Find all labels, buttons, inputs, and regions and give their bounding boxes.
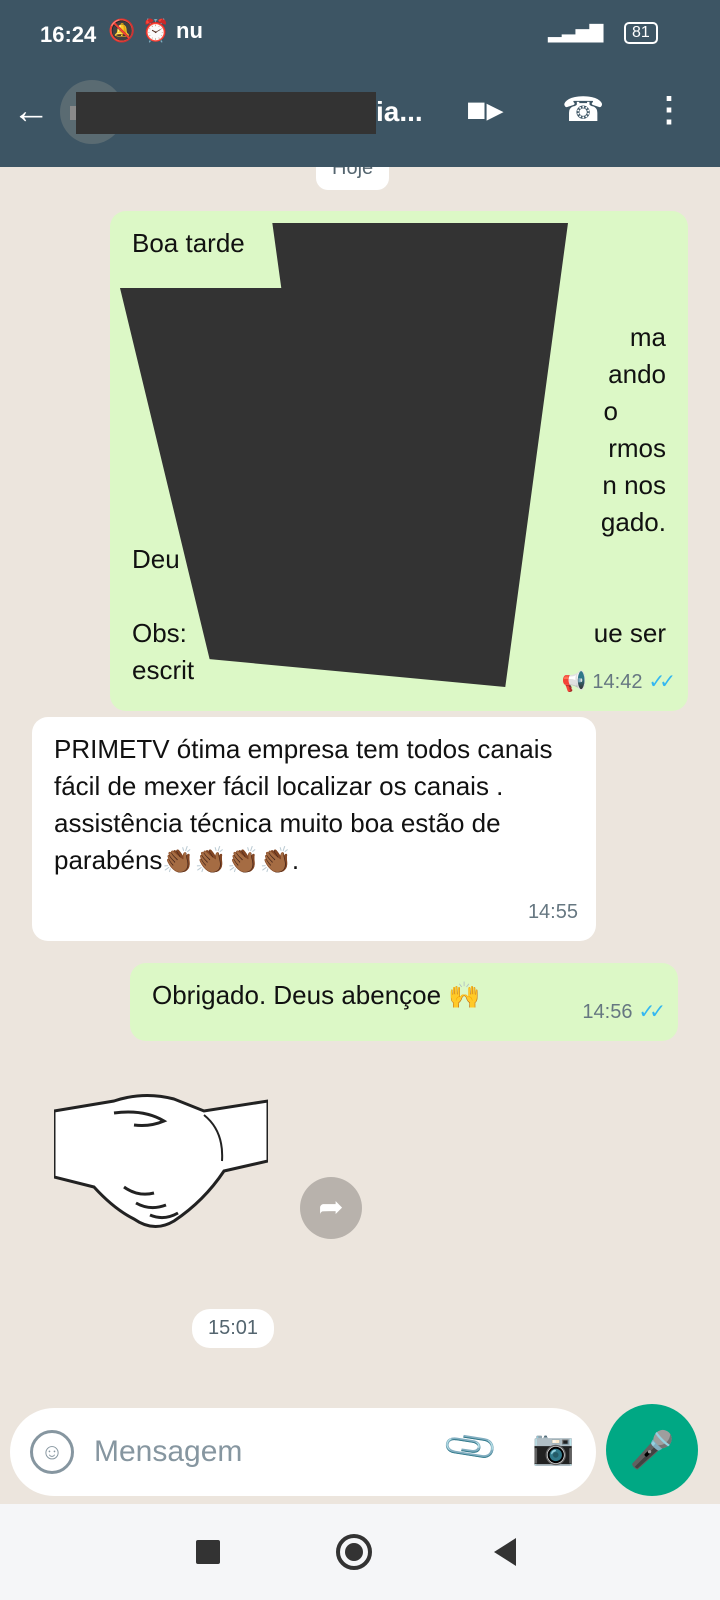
phone-icon[interactable]: ☎ (562, 90, 604, 130)
outgoing-message[interactable]: Obrigado. Deus abençoe 🙌 14:56 ✓✓ (130, 963, 678, 1041)
emoji-icon[interactable]: ☺ (30, 1430, 74, 1474)
forward-icon[interactable]: ➦ (300, 1177, 362, 1239)
more-vert-icon[interactable]: ⋮ (652, 90, 686, 130)
carrier-app-icon: nu (176, 18, 203, 43)
message-input[interactable] (94, 1432, 434, 1472)
message-text: PRIMETV ótima empresa tem todos canais f… (54, 734, 553, 875)
alarm-icon: ⏰ (142, 18, 170, 43)
message-time: 14:42 (592, 671, 643, 693)
camera-icon[interactable]: 📷 (532, 1428, 574, 1468)
top-bar: 16:24 🔕 ⏰ nu ▂▃▅▇ ◔ 81 ← ia... ■▸ ☎ ⋮ (0, 0, 720, 167)
broadcast-icon: 📢 (561, 671, 587, 693)
handshake-sticker[interactable] (54, 1091, 268, 1241)
paperclip-icon[interactable]: 📎 (440, 1417, 501, 1478)
back-arrow-icon[interactable]: ← (12, 90, 50, 133)
status-bar: 16:24 🔕 ⏰ nu ▂▃▅▇ ◔ 81 (0, 0, 720, 70)
message-time: 15:01 (192, 1309, 275, 1348)
chat-area[interactable]: Hoje Boa tarde ma ando o rmos n nos gado… (0, 167, 720, 1407)
redaction-block (76, 92, 376, 134)
microphone-icon[interactable]: 🎤 (606, 1404, 698, 1496)
message-meta: 14:55 (528, 894, 578, 931)
video-call-icon[interactable]: ■▸ (466, 90, 504, 130)
message-meta: 📢 14:42 ✓✓ (561, 664, 676, 701)
back-button[interactable] (494, 1538, 516, 1566)
mute-notifications-icon: 🔕 (108, 18, 136, 43)
chat-header[interactable]: ← ia... ■▸ ☎ ⋮ (0, 76, 720, 156)
message-text: Obrigado. Deus abençoe 🙌 (152, 980, 481, 1010)
battery-icon: 81 (624, 22, 658, 44)
message-time: 14:56 (582, 1001, 633, 1023)
read-ticks-icon: ✓✓ (648, 671, 675, 693)
contact-name-visible: ia... (376, 96, 423, 127)
message-meta: 14:56 ✓✓ (582, 994, 665, 1031)
status-time: 16:24 (40, 22, 97, 47)
incoming-message[interactable]: PRIMETV ótima empresa tem todos canais f… (32, 717, 596, 941)
read-ticks-icon: ✓✓ (638, 1001, 665, 1023)
home-button[interactable] (336, 1534, 372, 1570)
system-nav-bar (0, 1504, 720, 1600)
message-composer: ☺ 📎 📷 (10, 1408, 596, 1496)
recents-button[interactable] (196, 1540, 220, 1564)
day-separator: Hoje (316, 167, 390, 190)
wifi-icon: ◔ (588, 18, 602, 43)
message-time: 14:55 (527, 901, 578, 923)
